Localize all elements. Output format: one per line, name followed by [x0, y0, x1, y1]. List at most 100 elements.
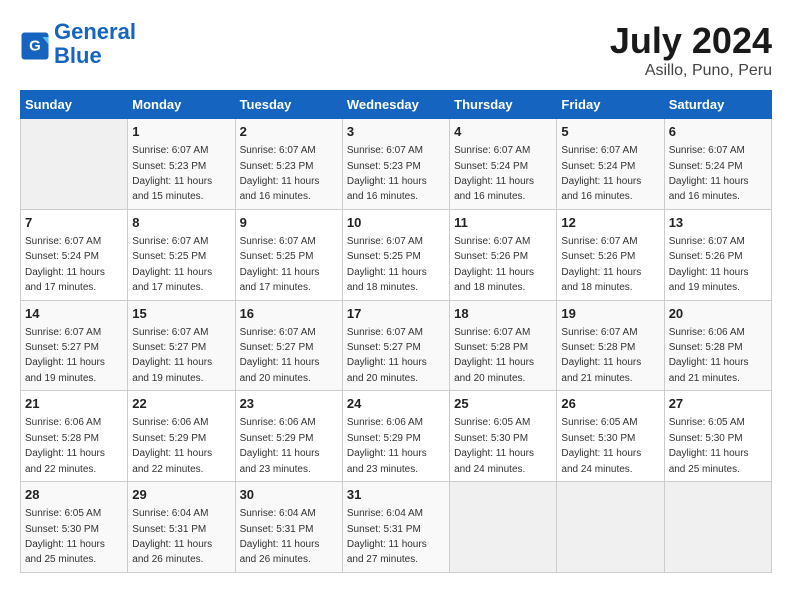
day-number: 21 — [25, 395, 123, 413]
sunrise-info: Sunrise: 6:07 AM — [347, 236, 423, 247]
sunrise-info: Sunrise: 6:07 AM — [669, 145, 745, 156]
daylight-info: Daylight: 11 hours and 20 minutes. — [454, 357, 534, 383]
sunrise-info: Sunrise: 6:06 AM — [132, 417, 208, 428]
day-cell: 20Sunrise: 6:06 AMSunset: 5:28 PMDayligh… — [664, 300, 771, 391]
sunset-info: Sunset: 5:28 PM — [25, 433, 99, 444]
sunrise-info: Sunrise: 6:06 AM — [347, 417, 423, 428]
daylight-info: Daylight: 11 hours and 19 minutes. — [669, 267, 749, 293]
day-number: 17 — [347, 305, 445, 323]
day-number: 30 — [240, 486, 338, 504]
sunrise-info: Sunrise: 6:06 AM — [25, 417, 101, 428]
sunset-info: Sunset: 5:29 PM — [347, 433, 421, 444]
sunrise-info: Sunrise: 6:07 AM — [454, 236, 530, 247]
daylight-info: Daylight: 11 hours and 21 minutes. — [669, 357, 749, 383]
day-cell: 15Sunrise: 6:07 AMSunset: 5:27 PMDayligh… — [128, 300, 235, 391]
daylight-info: Daylight: 11 hours and 16 minutes. — [347, 176, 427, 202]
sunrise-info: Sunrise: 6:07 AM — [454, 145, 530, 156]
daylight-info: Daylight: 11 hours and 27 minutes. — [347, 539, 427, 565]
day-number: 24 — [347, 395, 445, 413]
sunset-info: Sunset: 5:29 PM — [240, 433, 314, 444]
daylight-info: Daylight: 11 hours and 20 minutes. — [240, 357, 320, 383]
sunset-info: Sunset: 5:30 PM — [25, 524, 99, 535]
svg-text:G: G — [29, 38, 41, 55]
week-row-4: 21 Sunrise: 6:06 AM Sunset: 5:28 PM Dayligh… — [21, 391, 772, 482]
sunrise-info: Sunrise: 6:05 AM — [561, 417, 637, 428]
sunrise-info: Sunrise: 6:07 AM — [132, 236, 208, 247]
header-cell-tuesday: Tuesday — [235, 91, 342, 119]
sunrise-info: Sunrise: 6:07 AM — [669, 236, 745, 247]
sunset-info: Sunset: 5:31 PM — [347, 524, 421, 535]
day-number: 13 — [669, 214, 767, 232]
day-cell: 6Sunrise: 6:07 AMSunset: 5:24 PMDaylight… — [664, 119, 771, 210]
week-row-2: 7Sunrise: 6:07 AMSunset: 5:24 PMDaylight… — [21, 209, 772, 300]
header-cell-wednesday: Wednesday — [342, 91, 449, 119]
day-number: 18 — [454, 305, 552, 323]
day-number: 2 — [240, 123, 338, 141]
day-cell: 5Sunrise: 6:07 AMSunset: 5:24 PMDaylight… — [557, 119, 664, 210]
logo-icon: G — [20, 31, 50, 61]
sunset-info: Sunset: 5:26 PM — [454, 251, 528, 262]
week-row-3: 14Sunrise: 6:07 AMSunset: 5:27 PMDayligh… — [21, 300, 772, 391]
day-cell: 28Sunrise: 6:05 AMSunset: 5:30 PMDayligh… — [21, 482, 128, 573]
calendar-table: SundayMondayTuesdayWednesdayThursdayFrid… — [20, 90, 772, 573]
day-cell: 10Sunrise: 6:07 AMSunset: 5:25 PMDayligh… — [342, 209, 449, 300]
sunset-info: Sunset: 5:27 PM — [240, 342, 314, 353]
week-row-1: 1Sunrise: 6:07 AMSunset: 5:23 PMDaylight… — [21, 119, 772, 210]
day-number: 25 — [454, 395, 552, 413]
daylight-info: Daylight: 11 hours and 18 minutes. — [454, 267, 534, 293]
day-number: 3 — [347, 123, 445, 141]
daylight-info: Daylight: 11 hours and 18 minutes. — [561, 267, 641, 293]
header-cell-sunday: Sunday — [21, 91, 128, 119]
daylight-info: Daylight: 11 hours and 16 minutes. — [454, 176, 534, 202]
daylight-info: Daylight: 11 hours and 16 minutes. — [240, 176, 320, 202]
day-number: 9 — [240, 214, 338, 232]
sunset-info: Sunset: 5:25 PM — [347, 251, 421, 262]
day-cell — [664, 482, 771, 573]
day-number: 5 — [561, 123, 659, 141]
sunrise-info: Sunrise: 6:07 AM — [561, 236, 637, 247]
title-block: July 2024 Asillo, Puno, Peru — [610, 20, 772, 80]
sunrise-info: Sunrise: 6:06 AM — [240, 417, 316, 428]
daylight-info: Daylight: 11 hours and 23 minutes. — [240, 448, 320, 474]
day-cell: 8Sunrise: 6:07 AMSunset: 5:25 PMDaylight… — [128, 209, 235, 300]
sunrise-info: Sunrise: 6:05 AM — [454, 417, 530, 428]
sunrise-info: Sunrise: 6:07 AM — [25, 236, 101, 247]
day-cell: 4Sunrise: 6:07 AMSunset: 5:24 PMDaylight… — [450, 119, 557, 210]
day-number: 19 — [561, 305, 659, 323]
daylight-info: Daylight: 11 hours and 16 minutes. — [561, 176, 641, 202]
daylight-info: Daylight: 11 hours and 17 minutes. — [25, 267, 105, 293]
day-number: 31 — [347, 486, 445, 504]
day-cell: 2Sunrise: 6:07 AMSunset: 5:23 PMDaylight… — [235, 119, 342, 210]
day-number: 28 — [25, 486, 123, 504]
logo: G General Blue — [20, 20, 136, 68]
sunrise-info: Sunrise: 6:07 AM — [347, 145, 423, 156]
day-cell — [557, 482, 664, 573]
day-cell: 24Sunrise: 6:06 AMSunset: 5:29 PMDayligh… — [342, 391, 449, 482]
sunset-info: Sunset: 5:27 PM — [347, 342, 421, 353]
sunset-info: Sunset: 5:23 PM — [240, 161, 314, 172]
sunrise-info: Sunrise: 6:06 AM — [669, 327, 745, 338]
daylight-info: Daylight: 11 hours and 22 minutes. — [132, 448, 212, 474]
sunrise-info: Sunrise: 6:07 AM — [561, 327, 637, 338]
day-cell: 29Sunrise: 6:04 AMSunset: 5:31 PMDayligh… — [128, 482, 235, 573]
day-number: 10 — [347, 214, 445, 232]
daylight-info: Daylight: 11 hours and 24 minutes. — [454, 448, 534, 474]
day-cell: 25Sunrise: 6:05 AMSunset: 5:30 PMDayligh… — [450, 391, 557, 482]
daylight-info: Daylight: 11 hours and 17 minutes. — [132, 267, 212, 293]
daylight-info: Daylight: 11 hours and 19 minutes. — [25, 357, 105, 383]
daylight-info: Daylight: 11 hours and 22 minutes. — [25, 448, 105, 474]
sunset-info: Sunset: 5:26 PM — [669, 251, 743, 262]
page-header: G General Blue July 2024 Asillo, Puno, P… — [20, 20, 772, 80]
sunset-info: Sunset: 5:28 PM — [454, 342, 528, 353]
day-cell: 23Sunrise: 6:06 AMSunset: 5:29 PMDayligh… — [235, 391, 342, 482]
day-number: 4 — [454, 123, 552, 141]
sunset-info: Sunset: 5:23 PM — [347, 161, 421, 172]
header-cell-friday: Friday — [557, 91, 664, 119]
daylight-info: Daylight: 11 hours and 21 minutes. — [561, 357, 641, 383]
day-cell: 16Sunrise: 6:07 AMSunset: 5:27 PMDayligh… — [235, 300, 342, 391]
day-cell: 7Sunrise: 6:07 AMSunset: 5:24 PMDaylight… — [21, 209, 128, 300]
day-cell: 21 Sunrise: 6:06 AM Sunset: 5:28 PM Dayligh… — [21, 391, 128, 482]
sunset-info: Sunset: 5:30 PM — [561, 433, 635, 444]
sunrise-info: Sunrise: 6:04 AM — [240, 508, 316, 519]
header-cell-monday: Monday — [128, 91, 235, 119]
